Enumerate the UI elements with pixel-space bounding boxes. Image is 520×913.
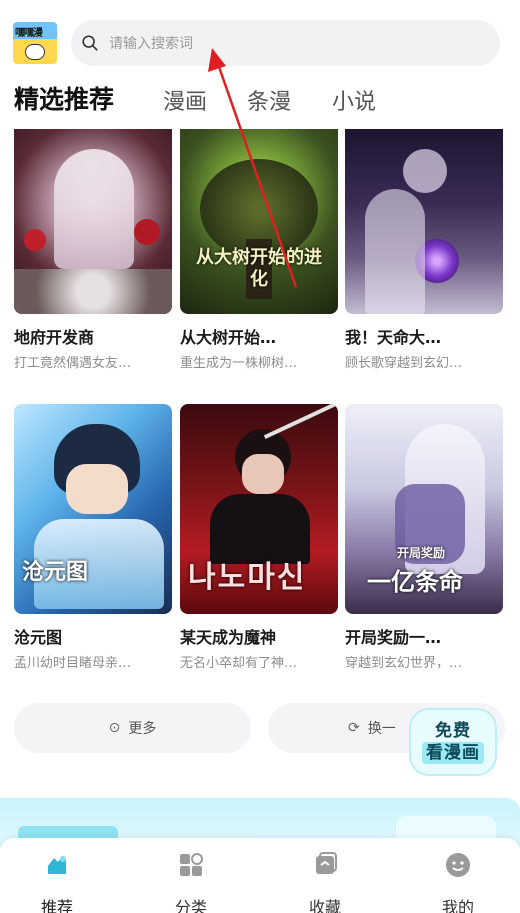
comic-card[interactable]: 从大树开始的进化 从大树开始… 重生成为一株柳树… xyxy=(180,129,338,371)
cover-title-text: 나노마신 xyxy=(188,560,307,595)
comic-card[interactable]: 나노마신 某天成为魔神 无名小卒却有了神… xyxy=(180,404,338,671)
more-button[interactable]: ⊙ 更多 xyxy=(14,703,251,753)
tab-featured[interactable]: 精选推荐 xyxy=(14,80,114,116)
profile-icon xyxy=(446,853,470,877)
nav-label: 分类 xyxy=(174,898,207,913)
refresh-label: 换一 xyxy=(367,721,396,737)
nav-label: 推荐 xyxy=(40,898,73,913)
tab-comics[interactable]: 漫画 xyxy=(163,84,207,116)
search-icon xyxy=(82,35,98,51)
logo-text: 嘿嘿漫 xyxy=(15,28,43,39)
tab-strip-comics[interactable]: 条漫 xyxy=(247,84,291,116)
logo-mascot xyxy=(25,44,45,60)
refresh-icon: ⟳ xyxy=(348,720,360,736)
comic-subtitle: 打工竟然偶遇女友… xyxy=(14,356,132,371)
comic-card[interactable]: 开局奖励 一亿条命 开局奖励一… 穿越到玄幻世界，… xyxy=(345,404,503,671)
tab-novels[interactable]: 小说 xyxy=(332,84,376,116)
comic-cover[interactable] xyxy=(345,129,503,314)
recommend-icon xyxy=(48,856,66,874)
comic-card[interactable]: 沧元图 沧元图 孟川幼时目睹母亲… xyxy=(14,404,172,671)
comic-card[interactable]: 地府开发商 打工竟然偶遇女友… xyxy=(14,129,172,371)
comic-cover[interactable]: 나노마신 xyxy=(180,404,338,614)
comic-title: 从大树开始… xyxy=(180,328,277,347)
comic-cover[interactable]: 从大树开始的进化 xyxy=(180,129,338,314)
nav-category[interactable]: 分类 xyxy=(151,850,231,913)
comic-subtitle: 重生成为一株柳树… xyxy=(180,356,298,371)
comic-title: 开局奖励一… xyxy=(345,628,442,647)
nav-label: 收藏 xyxy=(308,898,341,913)
cover-title-text: 一亿条命 xyxy=(367,568,463,596)
free-badge-line2: 看漫画 xyxy=(422,742,484,764)
comic-cover[interactable] xyxy=(14,129,172,314)
comic-card[interactable]: 我！天命大… 顾长歌穿越到玄幻… xyxy=(345,129,503,371)
nav-favorites[interactable]: 收藏 xyxy=(285,850,365,913)
comic-subtitle: 顾长歌穿越到玄幻… xyxy=(345,356,463,371)
comic-title: 沧元图 xyxy=(14,628,63,647)
comic-title: 某天成为魔神 xyxy=(180,628,277,647)
free-comics-badge[interactable]: 免费 看漫画 xyxy=(409,708,497,776)
comic-subtitle: 穿越到玄幻世界，… xyxy=(345,656,463,671)
comic-subtitle: 孟川幼时目睹母亲… xyxy=(14,656,132,671)
free-badge-line1: 免费 xyxy=(435,721,471,741)
comic-title: 我！天命大… xyxy=(345,328,442,347)
comic-subtitle: 无名小卒却有了神… xyxy=(180,656,298,671)
comic-cover[interactable]: 开局奖励 一亿条命 xyxy=(345,404,503,614)
bottom-navigation: 推荐 分类 收藏 我的 xyxy=(0,838,520,913)
comic-cover[interactable]: 沧元图 xyxy=(14,404,172,614)
cover-subtitle-text: 开局奖励 xyxy=(397,546,446,560)
search-bar[interactable]: 请输入搜索词 xyxy=(71,20,500,66)
search-input[interactable]: 请输入搜索词 xyxy=(109,33,193,53)
comic-title: 地府开发商 xyxy=(14,328,95,347)
nav-recommend[interactable]: 推荐 xyxy=(17,850,97,913)
cover-title-text: 从大树开始的进化 xyxy=(196,247,322,290)
cover-title-text: 沧元图 xyxy=(22,560,89,585)
favorites-icon xyxy=(316,852,337,874)
nav-label: 我的 xyxy=(441,898,474,913)
category-icon xyxy=(180,853,203,876)
nav-profile[interactable]: 我的 xyxy=(418,850,498,913)
more-icon: ⊙ xyxy=(108,720,121,736)
app-logo: 嘿嘿漫 xyxy=(13,22,57,64)
more-label: 更多 xyxy=(128,721,157,737)
